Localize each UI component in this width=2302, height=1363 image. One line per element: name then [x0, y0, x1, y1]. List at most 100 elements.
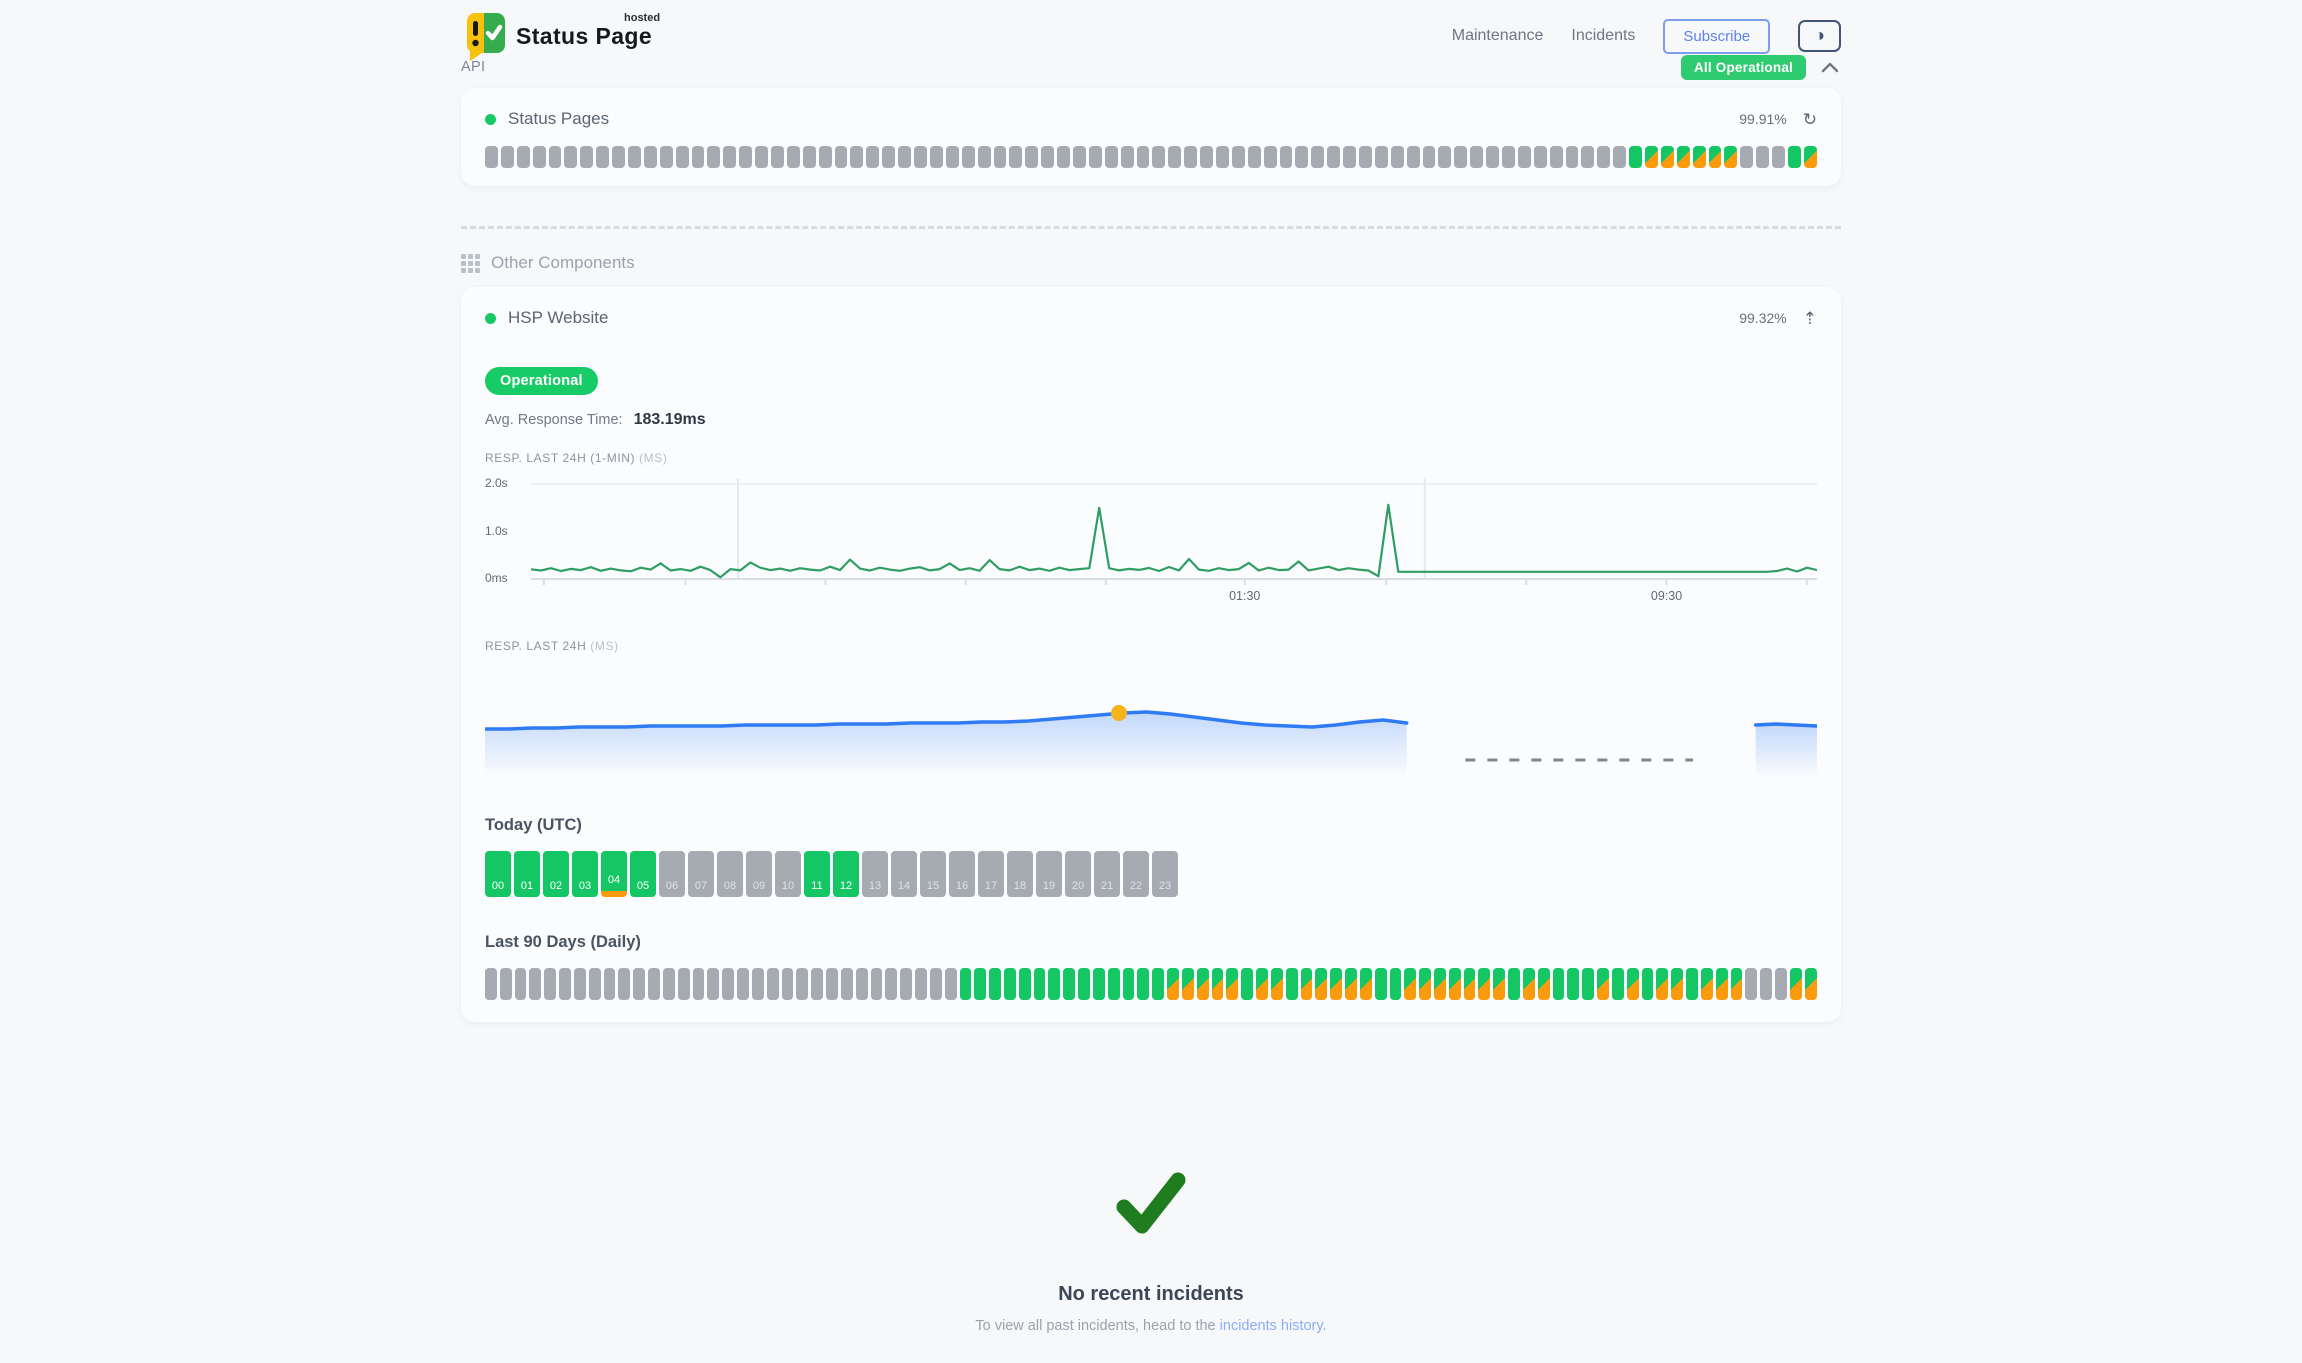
- uptime-bar-gray[interactable]: [1740, 146, 1753, 168]
- uptime-bar-mix[interactable]: [1449, 968, 1461, 1000]
- uptime-bar-gray[interactable]: [1745, 968, 1757, 1000]
- uptime-bar-gray[interactable]: [978, 146, 991, 168]
- uptime-bar-gray[interactable]: [660, 146, 673, 168]
- hour-block[interactable]: 08: [717, 851, 743, 897]
- uptime-bar-gray[interactable]: [1295, 146, 1308, 168]
- uptime-bar-mix[interactable]: [1805, 968, 1817, 1000]
- uptime-bar-mix[interactable]: [1627, 968, 1639, 1000]
- uptime-bar-mix[interactable]: [1701, 968, 1713, 1000]
- hour-block[interactable]: 03: [572, 851, 598, 897]
- uptime-bar-gray[interactable]: [900, 968, 912, 1000]
- uptime-bar-gray[interactable]: [850, 146, 863, 168]
- uptime-bar-gray[interactable]: [1041, 146, 1054, 168]
- uptime-bar-gray[interactable]: [612, 146, 625, 168]
- uptime-bar-mix[interactable]: [1716, 968, 1728, 1000]
- uptime-bar-gray[interactable]: [767, 968, 779, 1000]
- uptime-bar-gray[interactable]: [707, 146, 720, 168]
- uptime-bar-green[interactable]: [960, 968, 972, 1000]
- hour-block[interactable]: 10: [775, 851, 801, 897]
- uptime-bar-green[interactable]: [1582, 968, 1594, 1000]
- uptime-bar-mix[interactable]: [1464, 968, 1476, 1000]
- uptime-bar-gray[interactable]: [485, 146, 498, 168]
- uptime-bar-gray[interactable]: [580, 146, 593, 168]
- uptime-bar-gray[interactable]: [1391, 146, 1404, 168]
- uptime-bar-mix[interactable]: [1345, 968, 1357, 1000]
- hour-block[interactable]: 23: [1152, 851, 1178, 897]
- uptime-bar-gray[interactable]: [1375, 146, 1388, 168]
- uptime-bar-green[interactable]: [1686, 968, 1698, 1000]
- uptime-bar-gray[interactable]: [1486, 146, 1499, 168]
- uptime-bar-gray[interactable]: [1756, 146, 1769, 168]
- uptime-bar-green[interactable]: [1048, 968, 1060, 1000]
- uptime-bar-green[interactable]: [1612, 968, 1624, 1000]
- incidents-history-link[interactable]: incidents history: [1220, 1318, 1323, 1334]
- uptime-bar-gray[interactable]: [752, 968, 764, 1000]
- uptime-bar-mix[interactable]: [1301, 968, 1313, 1000]
- uptime-bar-green[interactable]: [1034, 968, 1046, 1000]
- uptime-bar-gray[interactable]: [633, 968, 645, 1000]
- uptime-bar-mix[interactable]: [1493, 968, 1505, 1000]
- uptime-bar-gray[interactable]: [787, 146, 800, 168]
- uptime-bar-green[interactable]: [1642, 968, 1654, 1000]
- uptime-bar-gray[interactable]: [782, 968, 794, 1000]
- uptime-bar-gray[interactable]: [737, 968, 749, 1000]
- uptime-bar-gray[interactable]: [1152, 146, 1165, 168]
- uptime-bar-mix[interactable]: [1419, 968, 1431, 1000]
- uptime-bar-gray[interactable]: [604, 968, 616, 1000]
- subscribe-button[interactable]: Subscribe: [1663, 19, 1770, 54]
- theme-toggle-button[interactable]: ◑: [1798, 20, 1841, 52]
- uptime-bar-gray[interactable]: [1407, 146, 1420, 168]
- uptime-bar-gray[interactable]: [1200, 146, 1213, 168]
- uptime-bar-gray[interactable]: [589, 968, 601, 1000]
- uptime-bar-mix[interactable]: [1212, 968, 1224, 1000]
- uptime-bar-green[interactable]: [1508, 968, 1520, 1000]
- uptime-bar-gray[interactable]: [1137, 146, 1150, 168]
- uptime-bar-gray[interactable]: [915, 968, 927, 1000]
- hour-block[interactable]: 04: [601, 851, 627, 897]
- uptime-bar-gray[interactable]: [945, 968, 957, 1000]
- uptime-bar-gray[interactable]: [596, 146, 609, 168]
- uptime-bar-green[interactable]: [1108, 968, 1120, 1000]
- hour-block[interactable]: 09: [746, 851, 772, 897]
- nav-incidents[interactable]: Incidents: [1571, 27, 1635, 45]
- uptime-bar-gray[interactable]: [559, 968, 571, 1000]
- uptime-bar-gray[interactable]: [663, 968, 675, 1000]
- uptime-bar-gray[interactable]: [1311, 146, 1324, 168]
- hour-block[interactable]: 01: [514, 851, 540, 897]
- hour-block[interactable]: 13: [862, 851, 888, 897]
- uptime-bar-mix[interactable]: [1271, 968, 1283, 1000]
- uptime-bar-gray[interactable]: [962, 146, 975, 168]
- uptime-bar-gray[interactable]: [678, 968, 690, 1000]
- hour-block[interactable]: 15: [920, 851, 946, 897]
- uptime-bar-gray[interactable]: [1613, 146, 1626, 168]
- uptime-bar-gray[interactable]: [771, 146, 784, 168]
- uptime-bar-gray[interactable]: [1089, 146, 1102, 168]
- uptime-bar-green[interactable]: [1152, 968, 1164, 1000]
- hour-block[interactable]: 21: [1094, 851, 1120, 897]
- uptime-bar-gray[interactable]: [1359, 146, 1372, 168]
- uptime-bar-mix[interactable]: [1597, 968, 1609, 1000]
- uptime-bar-gray[interactable]: [811, 968, 823, 1000]
- hour-block[interactable]: 05: [630, 851, 656, 897]
- uptime-bar-gray[interactable]: [1438, 146, 1451, 168]
- hour-block[interactable]: 16: [949, 851, 975, 897]
- hour-block[interactable]: 00: [485, 851, 511, 897]
- uptime-bar-gray[interactable]: [529, 968, 541, 1000]
- uptime-bar-gray[interactable]: [1216, 146, 1229, 168]
- uptime-bar-gray[interactable]: [946, 146, 959, 168]
- uptime-bar-gray[interactable]: [826, 968, 838, 1000]
- logo[interactable]: Status Page hosted: [461, 11, 652, 61]
- uptime-bar-gray[interactable]: [1470, 146, 1483, 168]
- uptime-bar-gray[interactable]: [1184, 146, 1197, 168]
- uptime-bar-gray[interactable]: [1009, 146, 1022, 168]
- collapse-group-button[interactable]: [1819, 59, 1841, 75]
- uptime-bar-gray[interactable]: [707, 968, 719, 1000]
- uptime-bar-mix[interactable]: [1167, 968, 1179, 1000]
- uptime-bar-green[interactable]: [1567, 968, 1579, 1000]
- trend-up-icon[interactable]: ⇡: [1803, 310, 1817, 327]
- uptime-bar-gray[interactable]: [1057, 146, 1070, 168]
- uptime-bar-gray[interactable]: [1343, 146, 1356, 168]
- uptime-bar-green[interactable]: [974, 968, 986, 1000]
- uptime-bar-mix[interactable]: [1677, 146, 1690, 168]
- uptime-bar-green[interactable]: [1123, 968, 1135, 1000]
